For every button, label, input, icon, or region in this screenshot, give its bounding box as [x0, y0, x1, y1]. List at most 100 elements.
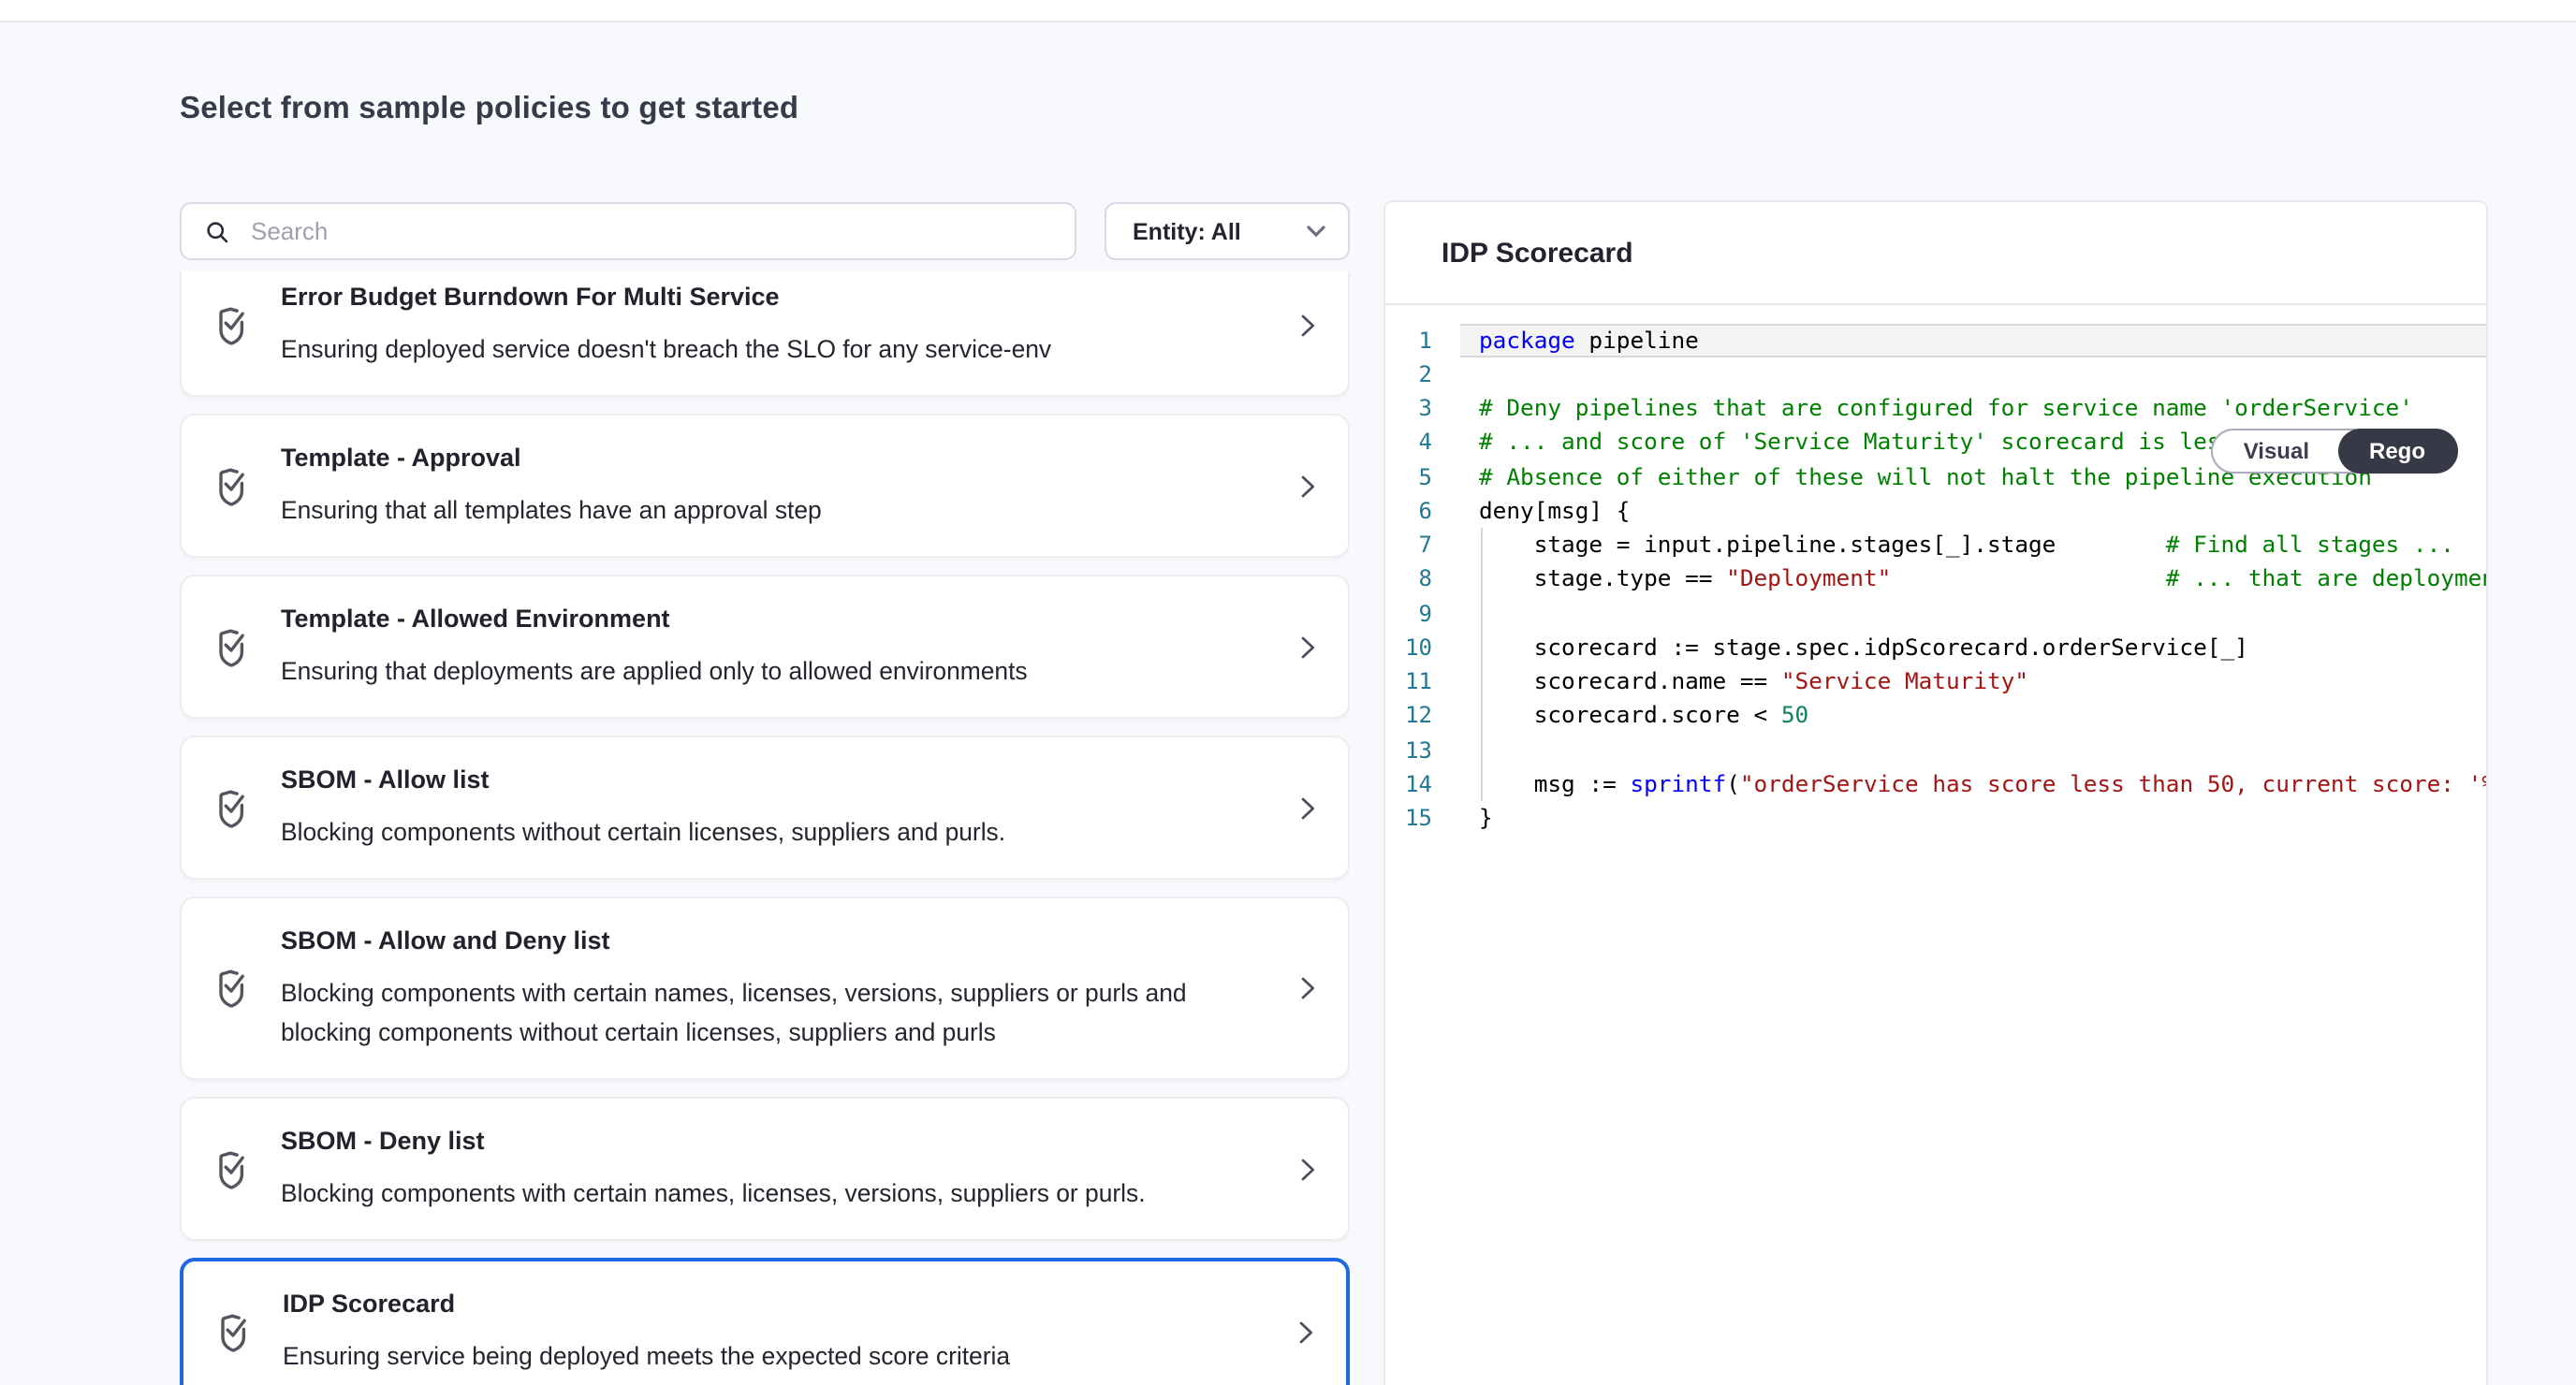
code-line: 9 [1385, 596, 2485, 631]
policy-card-text: SBOM - Allow and Deny list Blocking comp… [281, 925, 1273, 1052]
code-line-content: package pipeline [1460, 323, 2485, 357]
policy-description: Blocking components without certain lice… [281, 812, 1226, 852]
code-line: 12 scorecard.score < 50 [1385, 699, 2485, 734]
code-line-content: stage.type == "Deployment" # ... that ar… [1460, 562, 2485, 597]
code-line: 8 stage.type == "Deployment" # ... that … [1385, 562, 2485, 597]
line-number: 15 [1385, 801, 1432, 836]
policy-card[interactable]: SBOM - Deny list Blocking components wit… [180, 1097, 1350, 1241]
code-line-content [1460, 733, 2485, 767]
line-number: 3 [1385, 391, 1432, 426]
code-line: 1 package pipeline [1385, 323, 2485, 357]
code-lines: 1 package pipeline 2 3 # Deny pipelines … [1385, 323, 2485, 836]
code-line-content [1460, 357, 2485, 392]
entity-filter-dropdown[interactable]: Entity: All [1105, 202, 1350, 260]
policy-toolbar: Entity: All [180, 202, 1350, 260]
line-number: 2 [1385, 357, 1432, 392]
chevron-right-icon[interactable] [1290, 1317, 1320, 1347]
code-line-content: stage = input.pipeline.stages[_].stage #… [1460, 528, 2485, 562]
policy-card[interactable]: IDP Scorecard Ensuring service being dep… [180, 1258, 1350, 1385]
code-line-content: deny[msg] { [1460, 494, 2485, 529]
policy-title: Template - Allowed Environment [281, 603, 1273, 636]
code-line: 7 stage = input.pipeline.stages[_].stage… [1385, 528, 2485, 562]
policy-description: Ensuring that deployments are applied on… [281, 651, 1226, 691]
policy-list: Error Budget Burndown For Multi Service … [180, 271, 1350, 1385]
policy-card[interactable]: Template - Approval Ensuring that all te… [180, 414, 1350, 558]
policy-card-text: SBOM - Deny list Blocking components wit… [281, 1125, 1273, 1213]
line-number: 10 [1385, 631, 1432, 665]
line-number: 1 [1385, 323, 1432, 357]
code-line-content: scorecard := stage.spec.idpScorecard.ord… [1460, 631, 2485, 665]
line-number: 12 [1385, 699, 1432, 734]
entity-filter-label: Entity: All [1133, 218, 1241, 244]
code-line-content: scorecard.name == "Service Maturity" [1460, 664, 2485, 699]
line-number: 4 [1385, 426, 1432, 460]
shield-check-icon [212, 1307, 256, 1356]
chevron-right-icon[interactable] [1292, 1154, 1322, 1184]
shield-check-icon [210, 783, 255, 832]
code-line: 6 deny[msg] { [1385, 494, 2485, 529]
rego-code-editor[interactable]: 1 package pipeline 2 3 # Deny pipelines … [1385, 305, 2485, 1385]
toggle-option-visual[interactable]: Visual [2214, 430, 2339, 472]
preview-title: IDP Scorecard [1442, 237, 1633, 269]
line-number: 5 [1385, 459, 1432, 494]
chevron-right-icon[interactable] [1292, 973, 1322, 1003]
policy-samples-page: Select from sample policies to get start… [0, 0, 2576, 1385]
chevron-right-icon[interactable] [1292, 310, 1322, 340]
policy-card-text: Template - Approval Ensuring that all te… [281, 442, 1273, 530]
chevron-right-icon[interactable] [1292, 632, 1322, 662]
policy-title: IDP Scorecard [283, 1288, 1271, 1321]
search-input[interactable] [247, 215, 1038, 247]
code-line-content: scorecard.score < 50 [1460, 699, 2485, 734]
line-number: 11 [1385, 664, 1432, 699]
policy-description: Ensuring that all templates have an appr… [281, 490, 1226, 530]
visual-rego-toggle: Visual Rego [2212, 429, 2457, 474]
top-divider-bar [0, 0, 2576, 22]
code-line: 11 scorecard.name == "Service Maturity" [1385, 664, 2485, 699]
policy-card[interactable]: Template - Allowed Environment Ensuring … [180, 575, 1350, 719]
policy-card-text: Error Budget Burndown For Multi Service … [281, 281, 1273, 369]
code-line-content: # Deny pipelines that are configured for… [1460, 391, 2485, 426]
shield-check-icon [210, 300, 255, 349]
line-number: 9 [1385, 596, 1432, 631]
policy-description: Ensuring deployed service doesn't breach… [281, 329, 1226, 369]
chevron-down-icon [1307, 225, 1325, 238]
code-line: 3 # Deny pipelines that are configured f… [1385, 391, 2485, 426]
policy-card[interactable]: SBOM - Allow and Deny list Blocking comp… [180, 897, 1350, 1080]
policy-card[interactable]: Error Budget Burndown For Multi Service … [180, 271, 1350, 397]
policy-title: SBOM - Deny list [281, 1125, 1273, 1159]
preview-header: IDP Scorecard [1385, 202, 2485, 305]
policy-description: Blocking components with certain names, … [281, 973, 1226, 1052]
policy-title: Error Budget Burndown For Multi Service [281, 281, 1273, 314]
policy-title: SBOM - Allow and Deny list [281, 925, 1273, 958]
code-line-content [1460, 596, 2485, 631]
page-title: Select from sample policies to get start… [180, 92, 798, 127]
code-line-content: } [1460, 801, 2485, 836]
search-box[interactable] [180, 202, 1076, 260]
policy-title: Template - Approval [281, 442, 1273, 475]
chevron-right-icon[interactable] [1292, 471, 1322, 501]
shield-check-icon [210, 964, 255, 1013]
code-line: 2 [1385, 357, 2485, 392]
line-number: 14 [1385, 767, 1432, 802]
toggle-option-rego[interactable]: Rego [2337, 429, 2457, 474]
code-line: 10 scorecard := stage.spec.idpScorecard.… [1385, 631, 2485, 665]
shield-check-icon [210, 461, 255, 510]
chevron-right-icon[interactable] [1292, 793, 1322, 823]
policy-card[interactable]: SBOM - Allow list Blocking components wi… [180, 736, 1350, 880]
code-line: 14 msg := sprintf("orderService has scor… [1385, 767, 2485, 802]
line-number: 8 [1385, 562, 1432, 597]
policy-title: SBOM - Allow list [281, 764, 1273, 797]
policy-description: Ensuring service being deployed meets th… [283, 1336, 1228, 1376]
policy-preview-panel: IDP Scorecard 1 package pipeline 2 3 # D… [1383, 200, 2487, 1385]
code-line-content: msg := sprintf("orderService has score l… [1460, 767, 2485, 802]
code-line: 13 [1385, 733, 2485, 767]
policy-card-text: Template - Allowed Environment Ensuring … [281, 603, 1273, 691]
line-number: 6 [1385, 494, 1432, 529]
line-number: 7 [1385, 528, 1432, 562]
shield-check-icon [210, 1144, 255, 1193]
shield-check-icon [210, 622, 255, 671]
search-icon [204, 218, 230, 244]
policy-card-text: IDP Scorecard Ensuring service being dep… [283, 1288, 1271, 1376]
line-number: 13 [1385, 733, 1432, 767]
policy-description: Blocking components with certain names, … [281, 1174, 1226, 1213]
